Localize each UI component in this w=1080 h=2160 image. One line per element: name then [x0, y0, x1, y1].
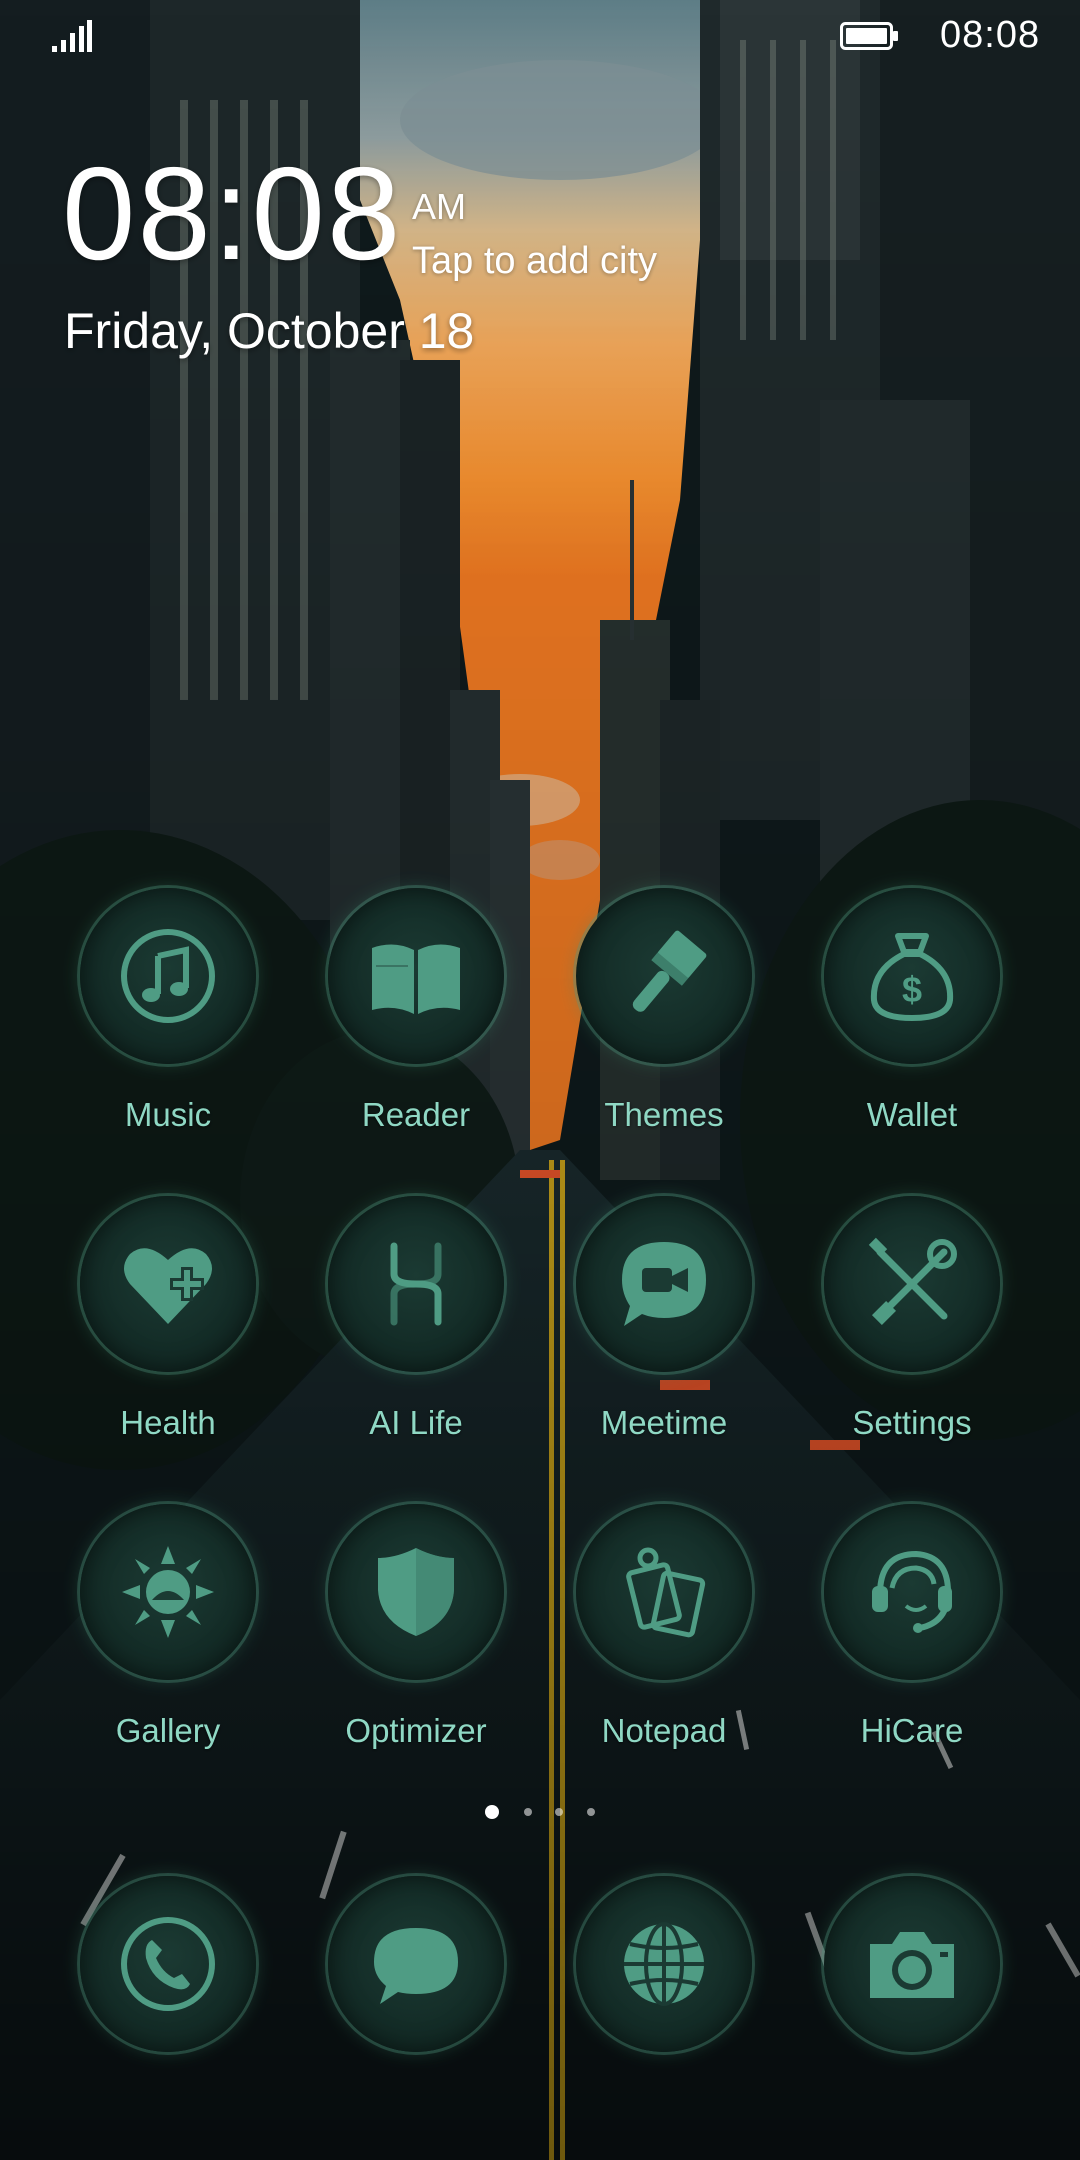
headset-support-icon: [872, 1550, 952, 1633]
app-label: Health: [120, 1404, 216, 1441]
app-label: Themes: [604, 1096, 724, 1133]
shield-icon: [378, 1548, 454, 1636]
app-themes[interactable]: Themes: [564, 888, 764, 1178]
app-label: Music: [124, 1096, 212, 1133]
app-label: Settings: [852, 1404, 972, 1441]
app-ai-life[interactable]: AI Life: [316, 1196, 516, 1486]
app-health[interactable]: Health: [68, 1196, 268, 1486]
phone-icon: [121, 1917, 215, 2011]
app-label: AI Life: [369, 1404, 463, 1441]
app-settings[interactable]: Settings: [812, 1196, 1012, 1486]
app-icon-button[interactable]: [576, 1876, 752, 2052]
page-dot: [587, 1808, 595, 1816]
app-gallery[interactable]: Gallery: [68, 1504, 268, 1794]
signal-bars-icon: [52, 20, 92, 52]
status-bar-time: 08:08: [940, 14, 1041, 56]
globe-icon: [624, 1922, 704, 2006]
app-icon-button[interactable]: [328, 1196, 504, 1372]
clock-time[interactable]: 08:08: [62, 148, 402, 280]
tools-icon: [868, 1237, 957, 1326]
app-label: Notepad: [601, 1712, 727, 1749]
music-note-icon: [121, 929, 215, 1023]
app-label: HiCare: [860, 1712, 964, 1749]
app-optimizer[interactable]: Optimizer: [316, 1504, 516, 1794]
app-icon-button[interactable]: [80, 1504, 256, 1680]
page-indicator[interactable]: [0, 1804, 1080, 1824]
page-dot-active: [485, 1805, 499, 1819]
heart-plus-icon: [124, 1248, 212, 1324]
app-meetime[interactable]: Meetime: [564, 1196, 764, 1486]
clock-ampm: AM: [412, 186, 466, 227]
app-icon-button[interactable]: [576, 1504, 752, 1680]
video-chat-icon: [622, 1242, 706, 1326]
status-bar: 08:08: [0, 0, 1080, 72]
app-label: Optimizer: [345, 1712, 487, 1749]
clock-date[interactable]: Friday, October 18: [64, 302, 474, 360]
app-icon-button[interactable]: [80, 1196, 256, 1372]
app-icon-button[interactable]: $: [824, 888, 1000, 1064]
page-dot: [555, 1808, 563, 1816]
app-icon-button[interactable]: [576, 1196, 752, 1372]
app-icon-button[interactable]: [824, 1196, 1000, 1372]
svg-text:$: $: [902, 969, 922, 1010]
sun-icon: [122, 1546, 214, 1638]
message-bubble-icon: [374, 1928, 458, 2004]
paintbrush-icon: [632, 930, 707, 1012]
app-label: Wallet: [866, 1096, 958, 1133]
ai-life-icon: [390, 1242, 442, 1326]
app-icon-button[interactable]: [328, 1504, 504, 1680]
app-reader[interactable]: Reader: [316, 888, 516, 1178]
dock-messages[interactable]: [316, 1876, 516, 2160]
app-hicare[interactable]: HiCare: [812, 1504, 1012, 1794]
battery-icon: [840, 22, 898, 50]
home-screen: 08:08 08:08 AM Tap to add city Friday, O…: [0, 0, 1080, 2160]
add-city-link[interactable]: Tap to add city: [412, 240, 657, 283]
money-bag-icon: $: [870, 933, 954, 1021]
app-icon-button[interactable]: [576, 888, 752, 1064]
dock-phone[interactable]: [68, 1876, 268, 2160]
app-label: Reader: [361, 1096, 471, 1133]
open-book-icon: [372, 944, 460, 1014]
dock-browser[interactable]: [564, 1876, 764, 2160]
dock-camera[interactable]: [812, 1876, 1012, 2160]
app-icon-button[interactable]: [80, 1876, 256, 2052]
app-label: Gallery: [115, 1712, 221, 1749]
app-label: Meetime: [600, 1404, 728, 1441]
camera-icon: [870, 1932, 954, 1998]
app-icon-button[interactable]: [80, 888, 256, 1064]
app-icon-button[interactable]: [328, 1876, 504, 2052]
app-icon-button[interactable]: [824, 1504, 1000, 1680]
page-dot: [524, 1808, 532, 1816]
app-wallet[interactable]: $ Wallet: [812, 888, 1012, 1178]
app-music[interactable]: Music: [68, 888, 268, 1178]
app-icon-button[interactable]: [824, 1876, 1000, 2052]
notepad-icon: [626, 1547, 706, 1638]
app-icon-button[interactable]: [328, 888, 504, 1064]
app-notepad[interactable]: Notepad: [564, 1504, 764, 1794]
